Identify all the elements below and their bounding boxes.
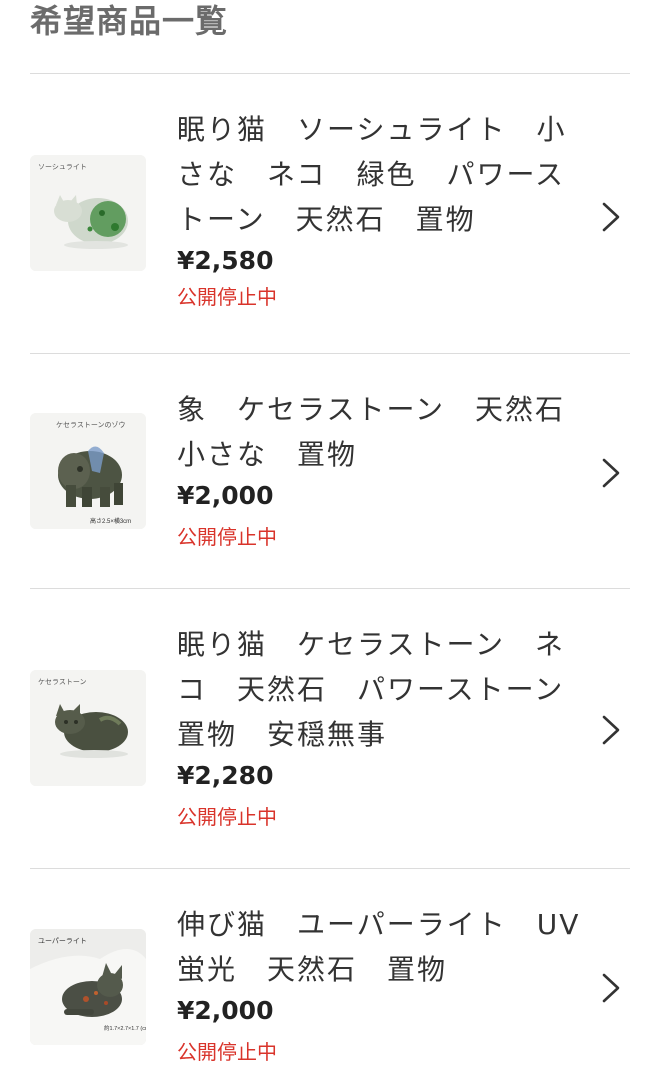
thumb-note: 高さ2.5×横3cm (90, 517, 131, 525)
list-item[interactable]: ユーパーライト 約1.7×2.7×1.7 (cm) 伸び猫 ユーパーライト UV… (30, 868, 630, 1089)
product-title: 伸び猫 ユーパーライト UV蛍光 天然石 置物 (177, 908, 581, 986)
thumb-label: ユーパーライト (38, 937, 87, 945)
wishlist: ソーシュライト 眠り猫 ソーシュライト 小さな ネコ 緑色 パワーストーン 天然… (30, 73, 630, 1089)
product-title: 眠り猫 ケセラストーン ネコ 天然石 パワーストーン 置物 安穏無事 (177, 628, 595, 751)
product-price: ¥2,000 (177, 481, 274, 510)
product-title: 象 ケセラストーン 天然石 小さな 置物 (177, 393, 596, 471)
chevron-right-icon (602, 458, 620, 488)
status-label: 公開停止中 (177, 525, 277, 549)
chevron-right-icon (602, 202, 620, 232)
status-label: 公開停止中 (177, 1040, 277, 1064)
product-price: ¥2,580 (177, 246, 274, 275)
product-price: ¥2,000 (177, 996, 274, 1025)
product-thumbnail: ユーパーライト 約1.7×2.7×1.7 (cm) (30, 929, 146, 1045)
thumb-label: ケセラストーン (38, 678, 87, 686)
status-label: 公開停止中 (177, 805, 277, 829)
list-item[interactable]: ソーシュライト 眠り猫 ソーシュライト 小さな ネコ 緑色 パワーストーン 天然… (30, 73, 630, 353)
list-item[interactable]: ケセラストーンのゾウ 高さ2.5×横3cm 象 ケセラストーン 天然石 小さな … (30, 353, 630, 588)
thumb-label: ソーシュライト (38, 163, 87, 171)
list-item[interactable]: ケセラストーン 眠り猫 ケセラストーン ネコ 天然石 パワーストーン 置物 安穏… (30, 588, 630, 868)
chevron-right-icon (602, 973, 620, 1003)
thumb-note: 約1.7×2.7×1.7 (cm) (104, 1024, 146, 1032)
page-title: 希望商品一覧 (30, 2, 229, 40)
chevron-right-icon (602, 715, 620, 745)
product-thumbnail: ソーシュライト (30, 155, 146, 271)
product-thumbnail: ケセラストーンのゾウ 高さ2.5×横3cm (30, 413, 146, 529)
product-price: ¥2,280 (177, 761, 274, 790)
product-title: 眠り猫 ソーシュライト 小さな ネコ 緑色 パワーストーン 天然石 置物 (177, 113, 567, 236)
product-thumbnail: ケセラストーン (30, 670, 146, 786)
status-label: 公開停止中 (177, 285, 277, 309)
thumb-label: ケセラストーンのゾウ (56, 421, 126, 429)
